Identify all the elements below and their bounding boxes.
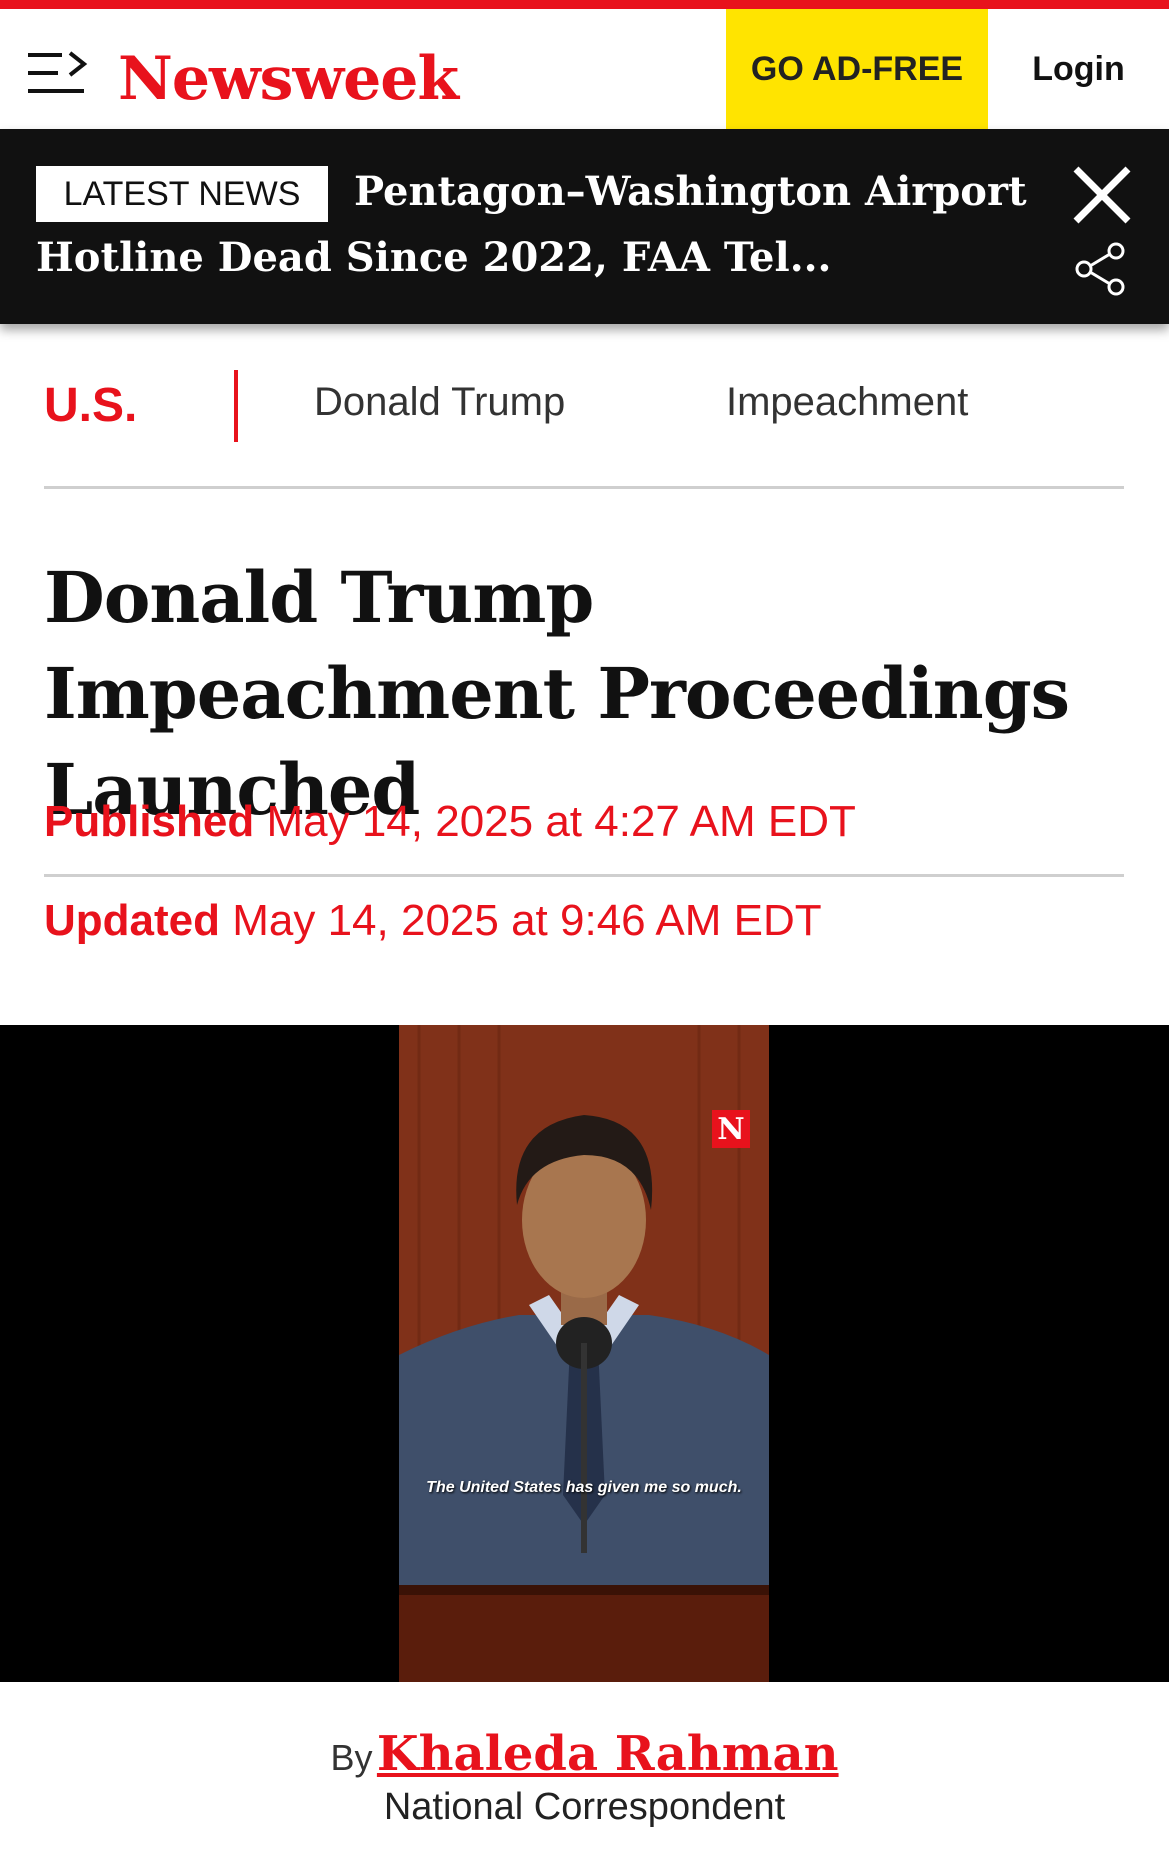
updated-label: Updated xyxy=(44,896,220,945)
updated-date: May 14, 2025 at 9:46 AM EDT xyxy=(232,896,822,945)
ticker-headline[interactable]: Pentagon–Washington Airport Hotline Dead… xyxy=(36,159,1036,291)
byline: By Khaleda Rahman xyxy=(0,1726,1169,1782)
close-icon[interactable] xyxy=(1066,159,1138,231)
published-label: Published xyxy=(44,797,255,846)
topic-tags: U.S. Donald Trump Impeachment xyxy=(44,370,1124,442)
top-accent-bar xyxy=(0,0,1169,9)
menu-icon[interactable] xyxy=(28,49,92,97)
tags-divider xyxy=(44,486,1124,489)
share-icon[interactable] xyxy=(1072,239,1132,299)
tag-donald-trump[interactable]: Donald Trump xyxy=(314,380,565,425)
article-title: Donald Trump Impeachment Proceedings Lau… xyxy=(44,556,1070,831)
newsweek-logo[interactable]: Newsweek xyxy=(118,35,459,123)
video-frame: N The United States has given me so much… xyxy=(399,1025,769,1682)
login-button[interactable]: Login xyxy=(988,9,1169,129)
tag-us[interactable]: U.S. xyxy=(44,378,137,433)
latest-news-ticker: LATEST NEWS Pentagon–Washington Airport … xyxy=(0,129,1169,324)
published-dateline: Published May 14, 2025 at 4:27 AM EDT xyxy=(44,797,856,847)
tag-impeachment[interactable]: Impeachment xyxy=(726,380,968,425)
published-date: May 14, 2025 at 4:27 AM EDT xyxy=(266,797,856,846)
updated-dateline: Updated May 14, 2025 at 9:46 AM EDT xyxy=(44,896,822,946)
tag-separator xyxy=(234,370,238,442)
newsweek-n-badge: N xyxy=(712,1110,750,1148)
author-link[interactable]: Khaleda Rahman xyxy=(377,1726,839,1782)
video-player[interactable]: N The United States has given me so much… xyxy=(0,1025,1169,1682)
site-header: Newsweek GO AD-FREE Login xyxy=(0,9,1169,129)
author-role: National Correspondent xyxy=(383,1786,786,1828)
video-caption: The United States has given me so much. xyxy=(426,1479,742,1496)
by-label: By xyxy=(330,1737,373,1778)
dateline-divider xyxy=(44,874,1124,877)
go-ad-free-button[interactable]: GO AD-FREE xyxy=(726,9,988,129)
